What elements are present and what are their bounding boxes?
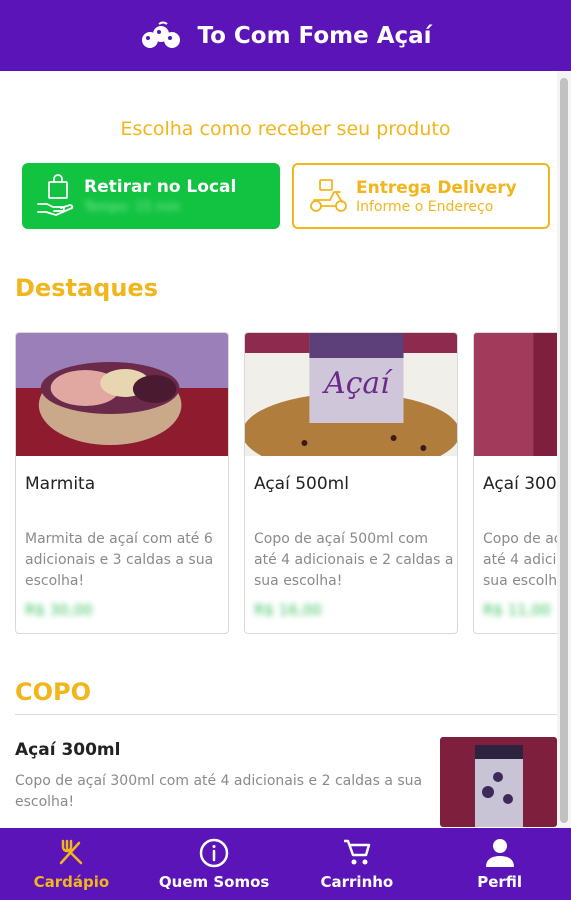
featured-carousel[interactable]: Marmita Marmita de açaí com até 6 adicio… — [15, 332, 557, 634]
pickup-option-label: Retirar no Local — [84, 177, 237, 197]
product-price: R$ 16,00 — [254, 601, 322, 619]
product-name: Marmita — [25, 474, 96, 494]
pickup-option-button[interactable]: Retirar no Local Tempo: 15 min — [22, 163, 280, 229]
list-item-description: Copo de açaí 300ml com até 4 adicionais … — [15, 773, 423, 810]
delivery-option-button[interactable]: Entrega Delivery Informe o Endereço — [292, 163, 550, 229]
product-name: Açaí 300ml — [483, 474, 557, 494]
product-photo-acai-300ml — [474, 333, 557, 456]
delivery-scooter-icon — [310, 179, 347, 212]
product-description: Copo de açaí 300ml com até 4 adicionais … — [483, 531, 557, 589]
product-description: Marmita de açaí com até 6 adicionais e 3… — [25, 531, 214, 589]
acai-berries-icon — [142, 21, 181, 48]
list-item-photo — [440, 737, 557, 827]
delivery-option-sub: Informe o Endereço — [356, 198, 494, 215]
product-photo-marmita — [16, 333, 228, 456]
nav-label: Quem Somos — [158, 873, 270, 891]
featured-card[interactable]: Açaí 300ml Copo de açaí 300ml com até 4 … — [473, 332, 557, 634]
app-header: To Com Fome Açaí — [0, 0, 571, 71]
section-divider — [15, 714, 557, 715]
nav-label: Cardápio — [33, 873, 110, 891]
app-title: To Com Fome Açaí — [197, 22, 432, 49]
featured-card[interactable]: Marmita Marmita de açaí com até 6 adicio… — [15, 332, 229, 634]
product-price: R$ 11,00 — [483, 601, 551, 619]
featured-card[interactable]: Açaí Açaí 500ml Copo de açaí 500ml com a… — [244, 332, 458, 634]
featured-section-title: Destaques — [15, 274, 158, 302]
delivery-choice-title: Escolha como receber seu produto — [120, 118, 451, 140]
list-item[interactable]: Açaí 300ml Copo de açaí 300ml com até 4 … — [15, 737, 557, 827]
scrollbar-thumb[interactable] — [560, 78, 568, 823]
nav-item-perfil[interactable]: Perfil — [428, 828, 571, 900]
bottom-navigation: Cardápio Quem Somos Carrinho Perfil — [0, 828, 571, 900]
nav-label: Carrinho — [320, 873, 394, 891]
svg-text:Açaí: Açaí — [321, 366, 393, 401]
cart-icon — [343, 839, 371, 865]
pickup-option-time: Tempo: 15 min — [84, 200, 181, 215]
product-price: R$ 30,00 — [25, 601, 93, 619]
nav-item-carrinho[interactable]: Carrinho — [286, 828, 429, 900]
product-photo-acai-500ml: Açaí — [245, 333, 457, 456]
nav-item-quem-somos[interactable]: Quem Somos — [143, 828, 286, 900]
info-icon — [199, 838, 229, 868]
delivery-option-label: Entrega Delivery — [356, 177, 517, 198]
fork-knife-icon — [60, 839, 83, 865]
hand-bag-icon — [37, 174, 74, 216]
product-name: Açaí 500ml — [254, 474, 349, 494]
product-description: Copo de açaí 500ml com até 4 adicionais … — [254, 531, 454, 589]
person-icon — [485, 839, 514, 867]
category-title-copo: COPO — [15, 678, 92, 706]
nav-item-cardapio[interactable]: Cardápio — [0, 828, 143, 900]
nav-label: Perfil — [477, 873, 523, 891]
list-item-name: Açaí 300ml — [15, 740, 121, 760]
